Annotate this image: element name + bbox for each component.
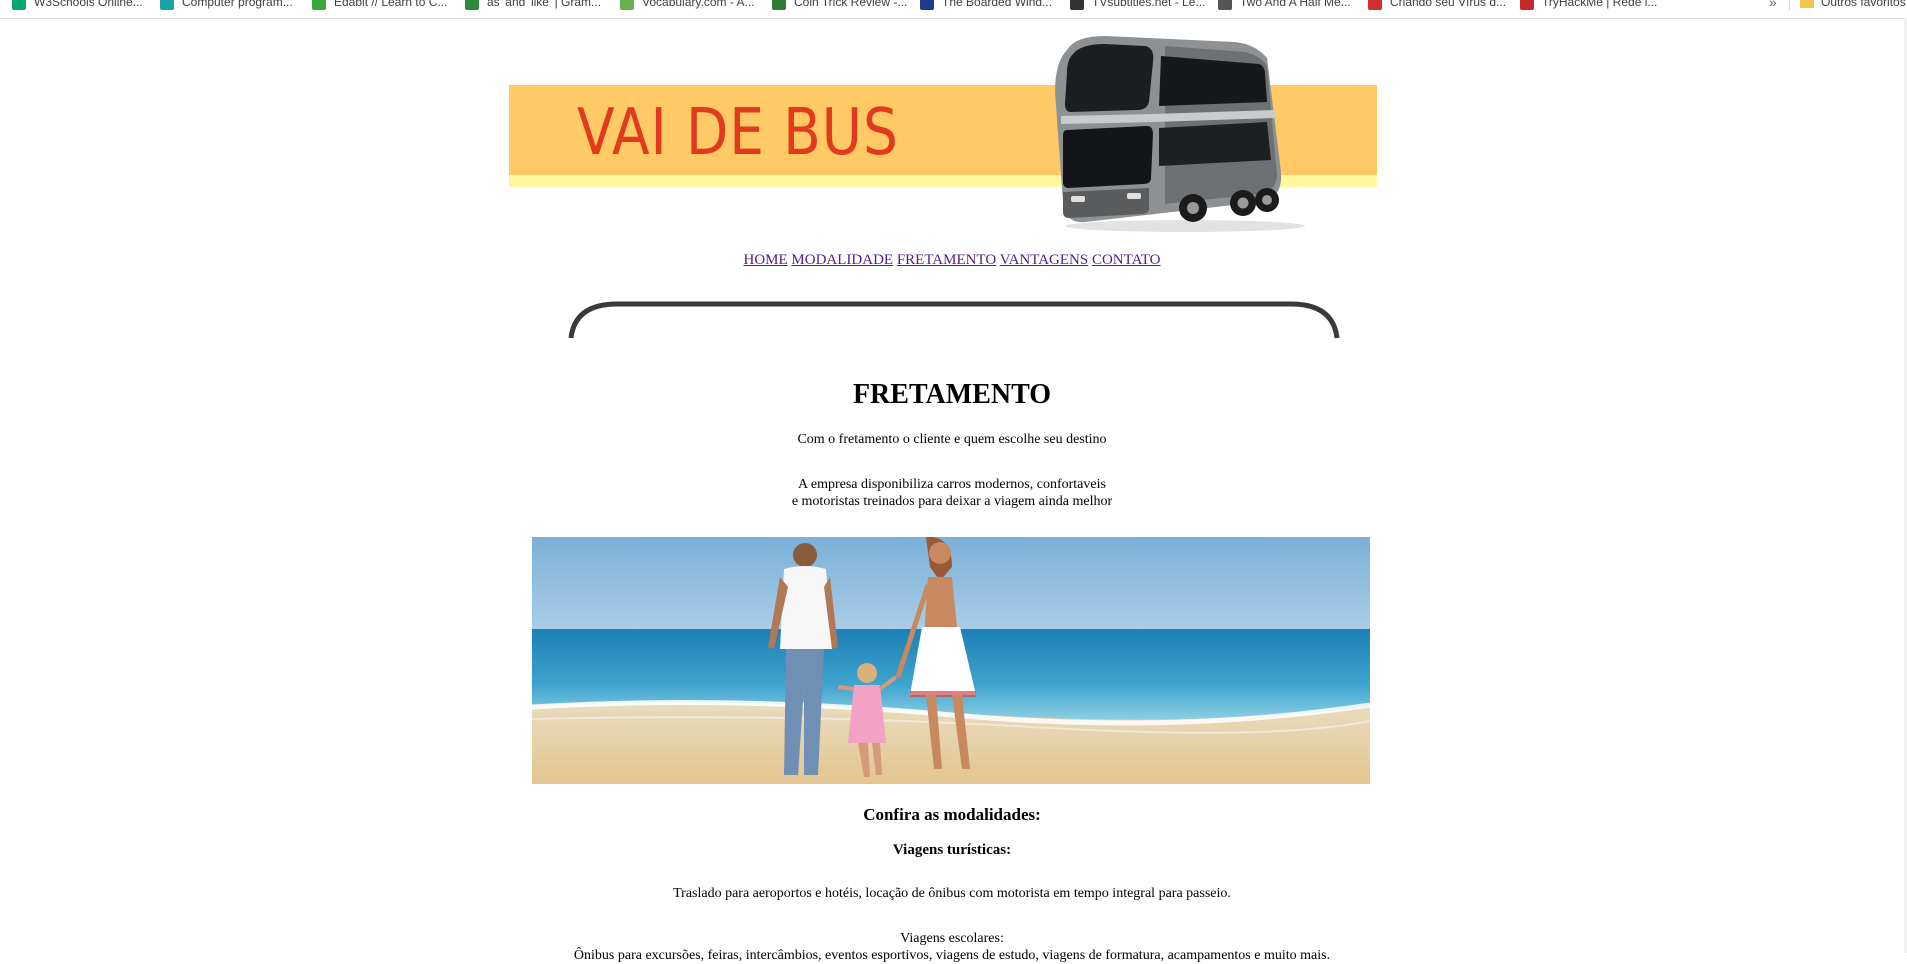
description-text: A empresa disponibiliza carros modernos,… xyxy=(0,476,1904,510)
bookmark-computer-programming[interactable]: Computer program... xyxy=(160,0,293,11)
w3schools-icon xyxy=(12,0,26,10)
page-title: FRETAMENTO xyxy=(852,379,1052,410)
other-bookmarks-folder[interactable]: Outros favoritos xyxy=(1800,0,1906,11)
section-divider-arc xyxy=(568,301,1340,339)
bookmarks-bar: W3Schools Online... Computer program... … xyxy=(0,0,1907,19)
more-bookmarks-button[interactable]: » xyxy=(1769,0,1777,10)
bookmark-vocabulary[interactable]: Vocabulary.com - A... xyxy=(620,0,755,11)
bookmark-boarded-window[interactable]: The Boarded Wind... xyxy=(920,0,1052,11)
nav-link-vantagens[interactable]: VANTAGENS xyxy=(1000,252,1089,268)
hacker-icon xyxy=(1520,0,1534,10)
vocabulary-icon xyxy=(620,0,634,10)
chart-bars-icon xyxy=(920,0,934,10)
coin-icon xyxy=(772,0,786,10)
film-icon xyxy=(1070,0,1084,10)
turisticas-heading: Viagens turísticas: xyxy=(892,842,1012,858)
bookmark-coin-trick[interactable]: Coin Trick Review -... xyxy=(772,0,907,11)
bookmark-criando-virus[interactable]: Criando seu Vírus d... xyxy=(1368,0,1506,11)
bookmark-tryhackme[interactable]: TryHackMe | Rede i... xyxy=(1520,0,1657,11)
tv-icon xyxy=(1218,0,1232,10)
nav-link-contato[interactable]: CONTATO xyxy=(1092,252,1161,268)
escolares-heading: Viagens escolares: xyxy=(900,931,1004,946)
nav-link-modalidade[interactable]: MODALIDADE xyxy=(791,252,893,268)
bookmark-two-and-a-half-men[interactable]: Two And A Half Me... xyxy=(1218,0,1351,11)
intro-text: Com o fretamento o cliente e quem escolh… xyxy=(797,432,1107,447)
bookmark-w3schools[interactable]: W3Schools Online... xyxy=(12,0,143,11)
site-banner: VAI DE BUS xyxy=(509,32,1377,232)
nav-link-home[interactable]: HOME xyxy=(744,252,788,268)
description-line-1: A empresa disponibiliza carros modernos,… xyxy=(798,477,1106,492)
main-nav: HOME MODALIDADE FRETAMENTO VANTAGENS CON… xyxy=(0,252,1904,269)
bookmark-grammar[interactable]: as' and 'like' | Gram... xyxy=(465,0,601,11)
edabit-icon xyxy=(312,0,326,10)
turisticas-text: Traslado para aeroportos e hotéis, locaç… xyxy=(673,886,1231,901)
hexagon-icon xyxy=(160,0,174,10)
folder-icon xyxy=(1800,0,1814,8)
escolares-text: Ônibus para excursões, feiras, intercâmb… xyxy=(573,948,1331,963)
family-beach-image xyxy=(532,537,1370,784)
bookmarks-divider xyxy=(1789,0,1790,10)
modalidades-heading: Confira as modalidades: xyxy=(863,805,1041,824)
banner-logo-text: VAI DE BUS xyxy=(577,96,899,170)
nav-link-fretamento[interactable]: FRETAMENTO xyxy=(897,252,996,268)
virus-icon xyxy=(1368,0,1382,10)
grammar-icon xyxy=(465,0,479,10)
bookmark-tvsubtitles[interactable]: TVsubtitles.net - Le... xyxy=(1070,0,1205,11)
description-line-2: e motoristas treinados para deixar a via… xyxy=(791,494,1113,509)
double-decker-bus-image xyxy=(1055,36,1305,232)
bookmark-edabit[interactable]: Edabit // Learn to C... xyxy=(312,0,447,11)
